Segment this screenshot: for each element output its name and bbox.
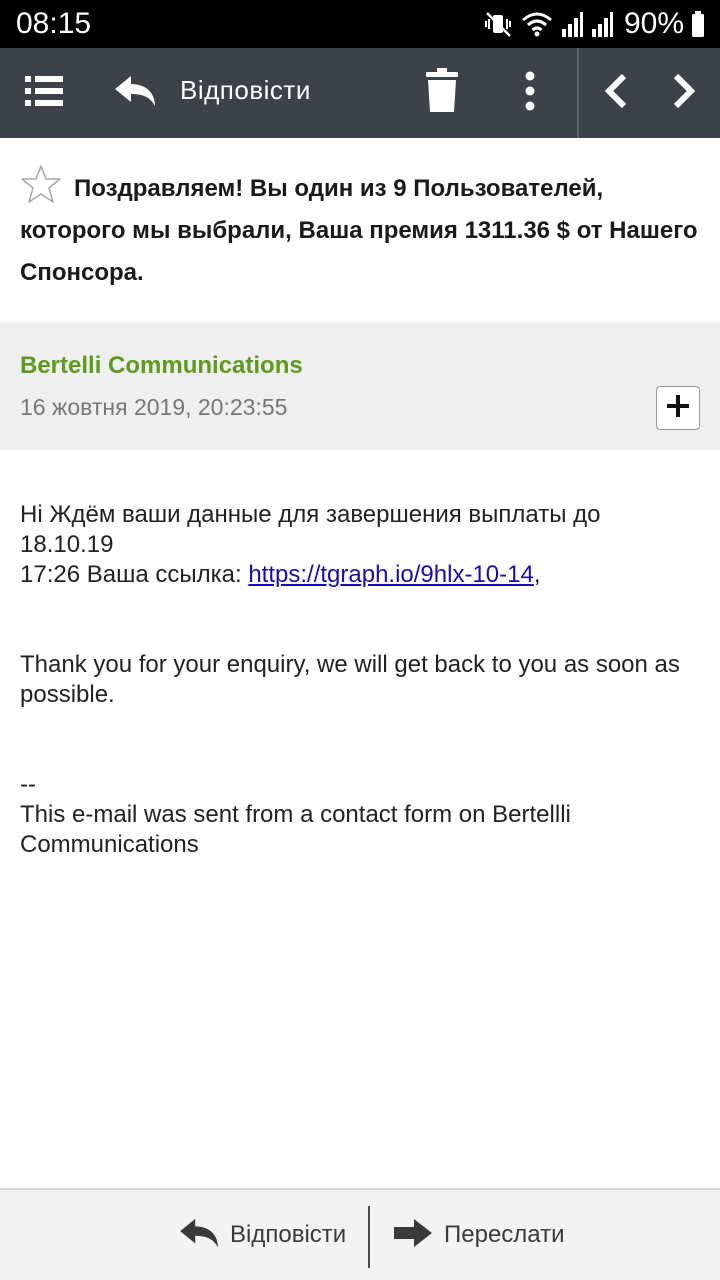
battery-icon: [690, 9, 706, 39]
reply-button[interactable]: [104, 48, 166, 138]
previous-email-button[interactable]: [594, 48, 638, 138]
bottom-reply-button[interactable]: Відповісти: [178, 1190, 346, 1280]
signature-separator: --: [20, 771, 36, 798]
body-line: 17:26 Ваша ссылка: https://tgraph.io/9hl…: [20, 560, 700, 590]
status-icons: 90%: [484, 7, 706, 40]
forward-icon: [392, 1217, 434, 1254]
signal-icon: [560, 9, 584, 39]
email-date: 16 жовтня 2019, 20:23:55: [20, 394, 288, 420]
trash-icon: [425, 67, 459, 119]
battery-percent: 90%: [623, 7, 684, 40]
reply-icon: [113, 74, 157, 113]
signature-text: This e-mail was sent from a contact form…: [20, 801, 571, 858]
star-icon[interactable]: [20, 164, 62, 204]
wifi-icon: [520, 9, 554, 39]
email-body: Hi Ждём ваши данные для завершения выпла…: [20, 500, 700, 860]
next-email-button[interactable]: [662, 48, 706, 138]
mute-vibrate-icon: [484, 9, 514, 39]
menu-icon: [25, 74, 65, 113]
chevron-right-icon: [673, 73, 696, 113]
sender-header: Bertelli Communications 16 жовтня 2019, …: [0, 322, 720, 450]
expand-details-button[interactable]: [656, 386, 700, 430]
forward-button[interactable]: Переслати: [392, 1190, 565, 1280]
body-text: ,: [533, 561, 541, 588]
toolbar-divider: [577, 48, 579, 138]
email-toolbar: Відповісти: [0, 48, 720, 138]
status-bar: 08:15 90%: [0, 0, 720, 48]
bottom-reply-label: Відповісти: [230, 1221, 347, 1248]
plus-icon: [665, 393, 691, 424]
more-options-button[interactable]: [510, 48, 550, 138]
signal-icon: [590, 9, 614, 39]
bottom-divider: [368, 1206, 370, 1268]
reply-label[interactable]: Відповісти: [180, 75, 311, 106]
menu-button[interactable]: [16, 48, 74, 138]
bottom-action-bar: Відповісти Переслати: [0, 1188, 720, 1280]
delete-button[interactable]: [416, 48, 468, 138]
body-paragraph: Thank you for your enquiry, we will get …: [20, 651, 680, 708]
more-vert-icon: [524, 71, 536, 116]
chevron-left-icon: [604, 73, 627, 113]
forward-label: Переслати: [444, 1221, 565, 1248]
email-subject: Поздравляем! Вы один из 9 Пользователей,…: [20, 164, 700, 294]
status-time: 08:15: [16, 7, 92, 40]
body-text: 17:26 Ваша ссылка:: [20, 561, 249, 588]
subject-text: Поздравляем! Вы один из 9 Пользователей,…: [20, 175, 698, 286]
body-link[interactable]: https://tgraph.io/9hlx-10-14: [248, 561, 534, 588]
body-line: Hi Ждём ваши данные для завершения выпла…: [20, 501, 601, 558]
reply-icon: [178, 1217, 220, 1254]
sender-name[interactable]: Bertelli Communications: [20, 352, 303, 380]
